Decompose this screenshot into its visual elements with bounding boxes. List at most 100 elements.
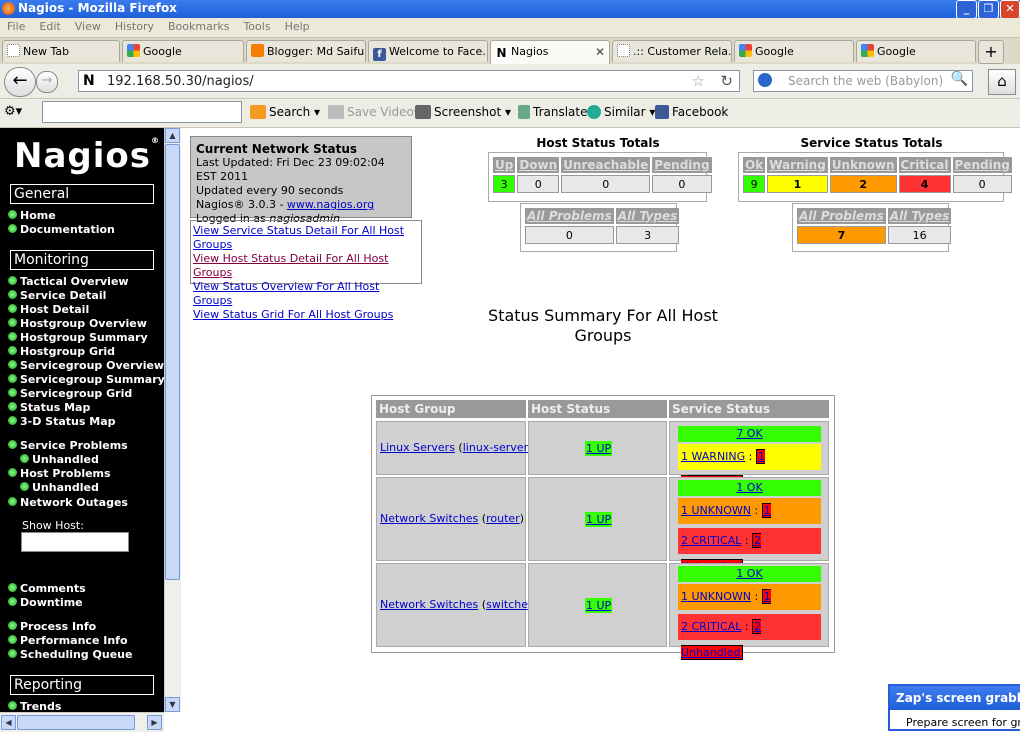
nav-servicegroup-overview[interactable]: Servicegroup Overview: [8, 359, 164, 372]
nav-downtime[interactable]: Downtime: [8, 596, 83, 609]
service-warning-bar[interactable]: 1 WARNING : 1 Unhandled: [678, 444, 821, 490]
nav-host-problems[interactable]: Host Problems: [8, 467, 111, 480]
host-all-types-header[interactable]: All Types: [615, 208, 680, 224]
facebook-toolbar-button[interactable]: Facebook: [655, 105, 728, 119]
scroll-down-icon[interactable]: ▼: [165, 697, 180, 712]
nav-host-unhandled[interactable]: Unhandled: [20, 481, 99, 494]
host-up-badge[interactable]: 1 UP: [585, 512, 613, 527]
toolbar-search-button[interactable]: Search ▾: [250, 105, 320, 119]
nav-servicegroup-summary[interactable]: Servicegroup Summary: [8, 373, 164, 386]
nagios-logo[interactable]: Nagios®: [14, 136, 160, 176]
nav-service-problems[interactable]: Service Problems: [8, 439, 128, 452]
forward-arrow-icon[interactable]: →: [36, 71, 58, 93]
nav-servicegroup-grid[interactable]: Servicegroup Grid: [8, 387, 132, 400]
save-video-button[interactable]: Save Video▾: [328, 105, 420, 119]
link-status-grid[interactable]: View Status Grid For All Host Groups: [193, 308, 419, 322]
nav-documentation[interactable]: Documentation: [8, 223, 115, 236]
host-down-header[interactable]: Down: [517, 157, 560, 173]
menu-tools[interactable]: Tools: [236, 18, 277, 33]
babylon-icon[interactable]: [758, 73, 772, 87]
nav-hostgroup-overview[interactable]: Hostgroup Overview: [8, 317, 147, 330]
nav-hostgroup-summary[interactable]: Hostgroup Summary: [8, 331, 148, 344]
menu-help[interactable]: Help: [278, 18, 317, 33]
service-ok-bar[interactable]: 1 OK: [678, 566, 821, 582]
tab-blogger[interactable]: Blogger: Md Saiful...: [246, 40, 366, 62]
service-unknown-bar[interactable]: 1 UNKNOWN : 1 Unhandled: [678, 498, 821, 544]
reload-icon[interactable]: ↻: [720, 72, 733, 90]
translate-button[interactable]: Translate: [518, 105, 588, 119]
service-warning-header[interactable]: Warning: [767, 157, 828, 173]
tab-nagios[interactable]: N Nagios ✕: [490, 40, 610, 64]
maximize-button[interactable]: ❐: [978, 0, 999, 19]
service-unknown-header[interactable]: Unknown: [829, 157, 897, 173]
close-button[interactable]: ✕: [1000, 0, 1020, 19]
hostgroup-link[interactable]: Linux Servers: [380, 441, 455, 454]
host-unreachable-header[interactable]: Unreachable: [561, 157, 651, 173]
scroll-right-icon[interactable]: ▶: [147, 715, 162, 730]
nav-home[interactable]: Home: [8, 209, 56, 222]
url-bar[interactable]: N 192.168.50.30/nagios/ ☆ ↻: [78, 70, 740, 92]
nav-hostgroup-grid[interactable]: Hostgroup Grid: [8, 345, 115, 358]
screen-grabber-popup[interactable]: Zap's screen grabber Prepare screen for …: [888, 684, 1020, 731]
sidebar-vertical-scrollbar[interactable]: ▲ ▼: [164, 128, 181, 712]
toolbar-search-input[interactable]: [42, 101, 242, 123]
service-ok-bar[interactable]: 1 OK: [678, 480, 821, 496]
scroll-thumb[interactable]: [165, 144, 180, 580]
service-critical-header[interactable]: Critical: [898, 157, 951, 173]
nav-scheduling-queue[interactable]: Scheduling Queue: [8, 648, 132, 661]
host-up-header[interactable]: Up: [493, 157, 516, 173]
bookmark-star-icon[interactable]: ☆: [692, 72, 705, 90]
service-critical-bar[interactable]: 2 CRITICAL : 2 Unhandled: [678, 614, 821, 660]
menu-bookmarks[interactable]: Bookmarks: [161, 18, 236, 33]
nav-tactical-overview[interactable]: Tactical Overview: [8, 275, 129, 288]
horizontal-scroll-thumb[interactable]: [17, 715, 135, 730]
nav-service-detail[interactable]: Service Detail: [8, 289, 106, 302]
scroll-up-icon[interactable]: ▲: [165, 128, 180, 143]
host-up-badge[interactable]: 1 UP: [585, 441, 613, 456]
nav-network-outages[interactable]: Network Outages: [8, 496, 128, 509]
service-all-types-header[interactable]: All Types: [887, 208, 952, 224]
similar-button[interactable]: Similar ▾: [587, 105, 655, 119]
link-status-overview[interactable]: View Status Overview For All Host Groups: [193, 280, 419, 308]
nav-3d-status-map[interactable]: 3-D Status Map: [8, 415, 116, 428]
menu-view[interactable]: View: [68, 18, 108, 33]
search-icon[interactable]: 🔍: [951, 71, 968, 87]
host-pending-header[interactable]: Pending: [652, 157, 712, 173]
menu-history[interactable]: History: [108, 18, 161, 33]
nav-trends[interactable]: Trends: [8, 700, 61, 712]
service-critical-bar[interactable]: 2 CRITICAL : 2 Unhandled: [678, 528, 821, 574]
scroll-left-icon[interactable]: ◀: [1, 715, 16, 730]
host-all-problems-header[interactable]: All Problems: [525, 208, 614, 224]
tab-google-2[interactable]: Google: [734, 40, 854, 62]
nav-performance-info[interactable]: Performance Info: [8, 634, 128, 647]
nav-service-unhandled[interactable]: Unhandled: [20, 453, 99, 466]
tab-google-1[interactable]: Google: [122, 40, 244, 62]
show-host-input[interactable]: [21, 532, 129, 552]
service-ok-header[interactable]: Ok: [743, 157, 766, 173]
url-text[interactable]: 192.168.50.30/nagios/: [107, 74, 254, 89]
nav-comments[interactable]: Comments: [8, 582, 86, 595]
minimize-button[interactable]: _: [956, 0, 977, 19]
tab-customer-relations[interactable]: .:: Customer Rela...: [612, 40, 732, 62]
back-arrow-icon[interactable]: ←: [4, 67, 36, 97]
hostgroup-alias-link[interactable]: router: [486, 512, 520, 525]
home-icon[interactable]: ⌂: [988, 69, 1016, 95]
new-tab-plus-icon[interactable]: +: [978, 40, 1004, 64]
hostgroup-link[interactable]: Network Switches: [380, 512, 478, 525]
hostgroup-alias-link[interactable]: linux-servers: [463, 441, 534, 454]
host-up-badge[interactable]: 1 UP: [585, 598, 613, 613]
service-ok-bar[interactable]: 7 OK: [678, 426, 821, 442]
screenshot-button[interactable]: Screenshot ▾: [415, 105, 511, 119]
nagios-website-link[interactable]: www.nagios.org: [287, 198, 374, 211]
menu-edit[interactable]: Edit: [32, 18, 67, 33]
service-unknown-bar[interactable]: 1 UNKNOWN : 1 Unhandled: [678, 584, 821, 630]
service-all-problems-header[interactable]: All Problems: [797, 208, 886, 224]
menu-file[interactable]: File: [0, 18, 32, 33]
hostgroup-alias-link[interactable]: switches: [486, 598, 534, 611]
sidebar-horizontal-scrollbar[interactable]: ◀ ▶: [0, 712, 164, 732]
tab-close-icon[interactable]: ✕: [595, 41, 605, 63]
nav-process-info[interactable]: Process Info: [8, 620, 96, 633]
link-host-status-detail[interactable]: View Host Status Detail For All Host Gro…: [193, 252, 419, 280]
nav-status-map[interactable]: Status Map: [8, 401, 90, 414]
tab-google-3[interactable]: Google: [856, 40, 976, 62]
